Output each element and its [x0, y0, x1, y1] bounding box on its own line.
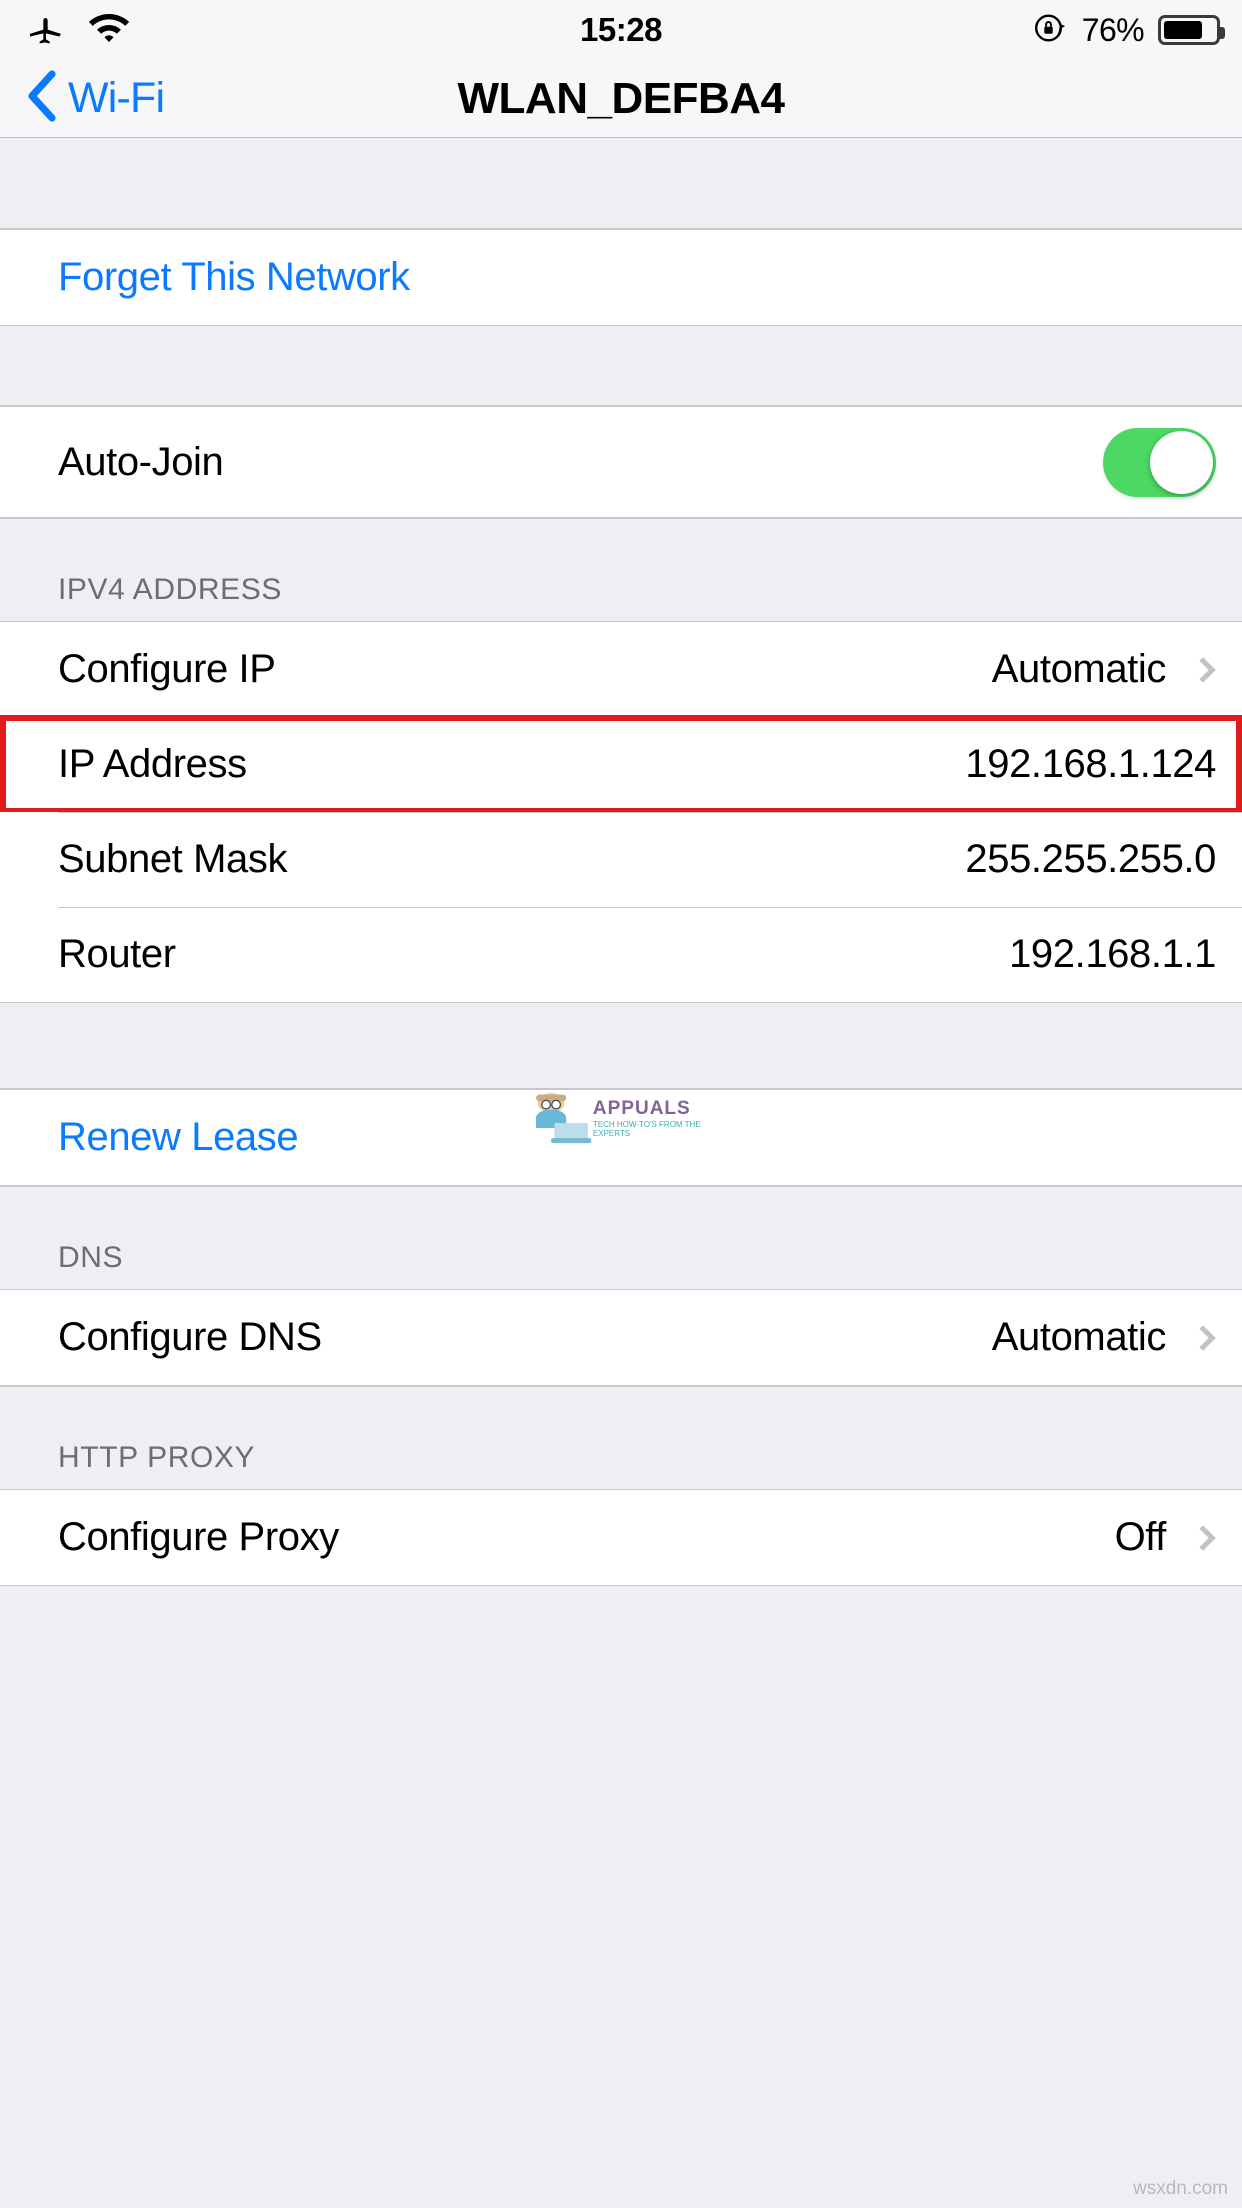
configure-ip-value: Automatic	[991, 647, 1167, 691]
auto-join-label: Auto-Join	[58, 439, 224, 484]
section-gap-2	[0, 1003, 1242, 1089]
battery-percentage: 76%	[1081, 11, 1145, 48]
ip-address-label: IP Address	[58, 742, 247, 786]
ipv4-group: Configure IP Automatic IP Address 192.16…	[0, 621, 1242, 1003]
rotation-lock-icon	[1032, 10, 1068, 51]
back-button-label: Wi-Fi	[68, 74, 165, 122]
section-gap-1	[0, 326, 1242, 406]
auto-join-group: Auto-Join	[0, 406, 1242, 518]
router-value: 192.168.1.1	[1009, 932, 1216, 976]
renew-lease-label: Renew Lease	[58, 1115, 299, 1159]
ip-address-value: 192.168.1.124	[965, 742, 1216, 786]
router-label: Router	[58, 932, 176, 976]
chevron-right-icon	[1190, 1524, 1216, 1551]
row-configure-ip[interactable]: Configure IP Automatic	[0, 622, 1242, 717]
renew-lease-row[interactable]: Renew Lease	[0, 1090, 1242, 1185]
configure-ip-label: Configure IP	[58, 647, 276, 691]
status-bar: 15:28 76%	[0, 0, 1242, 60]
configure-proxy-label: Configure Proxy	[58, 1515, 339, 1559]
configure-proxy-value: Off	[1114, 1515, 1167, 1559]
renew-lease-group: Renew Lease	[0, 1089, 1242, 1186]
proxy-section-header: HTTP PROXY	[0, 1386, 1242, 1489]
ipv4-section-header: IPV4 ADDRESS	[0, 518, 1242, 621]
status-bar-right: 76%	[1032, 0, 1225, 60]
auto-join-row[interactable]: Auto-Join	[0, 407, 1242, 517]
toggle-knob	[1150, 430, 1213, 494]
battery-icon	[1158, 15, 1225, 45]
dns-group: Configure DNS Automatic	[0, 1289, 1242, 1386]
row-configure-dns[interactable]: Configure DNS Automatic	[0, 1290, 1242, 1385]
forget-network-group: Forget This Network	[0, 229, 1242, 326]
configure-dns-value: Automatic	[991, 1315, 1167, 1359]
page-title: WLAN_DEFBA4	[457, 74, 785, 123]
chevron-right-icon	[1190, 1324, 1216, 1351]
row-router[interactable]: Router 192.168.1.1	[0, 907, 1242, 1002]
row-ip-address[interactable]: IP Address 192.168.1.124	[0, 715, 1242, 814]
forget-network-label: Forget This Network	[58, 255, 410, 299]
navigation-bar: Wi-Fi WLAN_DEFBA4	[0, 60, 1242, 138]
forget-network-row[interactable]: Forget This Network	[0, 230, 1242, 325]
subnet-mask-value: 255.255.255.0	[965, 837, 1216, 881]
row-configure-proxy[interactable]: Configure Proxy Off	[0, 1490, 1242, 1585]
proxy-group: Configure Proxy Off	[0, 1489, 1242, 1586]
chevron-right-icon	[1190, 656, 1216, 683]
row-subnet-mask[interactable]: Subnet Mask 255.255.255.0	[0, 812, 1242, 907]
dns-section-header: DNS	[0, 1186, 1242, 1289]
subnet-mask-label: Subnet Mask	[58, 837, 288, 881]
configure-dns-label: Configure DNS	[58, 1315, 322, 1359]
corner-watermark: wsxdn.com	[1132, 2178, 1228, 2199]
chevron-left-icon	[26, 70, 58, 127]
auto-join-toggle[interactable]	[1103, 427, 1216, 497]
settings-list: Forget This Network Auto-Join IPV4 ADDRE…	[0, 138, 1242, 1586]
section-gap-top	[0, 138, 1242, 229]
back-button[interactable]: Wi-Fi	[0, 70, 165, 127]
